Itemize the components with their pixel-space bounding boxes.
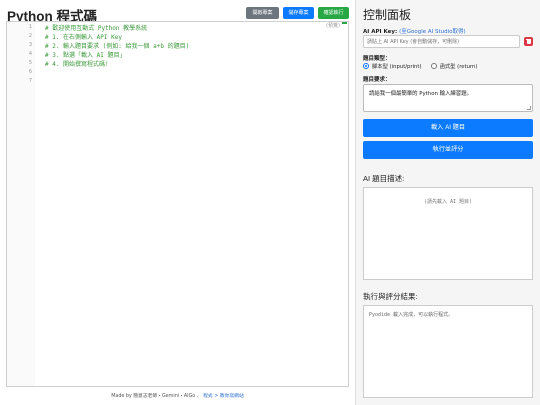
- line-number: 6: [28, 69, 32, 75]
- editor-status-mark: [342, 22, 347, 24]
- api-key-label: AI API Key: (至Google AI Studio取得): [363, 27, 466, 35]
- run-button[interactable]: 確認執行: [318, 7, 349, 19]
- radio-script[interactable]: [363, 63, 369, 69]
- requirement-textarea[interactable]: 請給我一個最簡單的 Python 輸入練習題。: [363, 84, 533, 112]
- editor-tag: (預覽): [326, 23, 340, 29]
- line-gutter: 1 2 3 4 5 6 7: [7, 22, 35, 386]
- description-placeholder: (請先載入 AI 題目): [423, 199, 473, 205]
- code-editor[interactable]: 1 2 3 4 5 6 7 # 歡迎使用互動式 Python 教學系統 # 1.…: [6, 21, 349, 387]
- line-number: 5: [28, 60, 32, 66]
- load-question-button[interactable]: 載入 AI 題目: [363, 119, 533, 137]
- result-panel: Pyodide 載入完成，可以執行程式。: [363, 305, 533, 398]
- code-line: # 1. 在右側輸入 API Key: [45, 34, 122, 41]
- line-number: 4: [28, 51, 32, 57]
- line-number: 1: [28, 24, 32, 30]
- resize-grip-icon[interactable]: [527, 106, 531, 110]
- radio-function-label[interactable]: 函式型 (return): [440, 62, 478, 70]
- save-project-button[interactable]: 儲存專案: [283, 7, 314, 19]
- line-number: 2: [28, 33, 32, 39]
- question-type-label: 題目類型：: [363, 56, 391, 62]
- description-panel: (請先載入 AI 題目): [363, 187, 533, 280]
- question-type-group: 腳本型 (input/print) 函式型 (return): [363, 62, 486, 70]
- code-line: # 歡迎使用互動式 Python 教學系統: [45, 25, 148, 32]
- code-line: # 4. 開始撰寫程式碼!: [45, 61, 109, 68]
- result-text: Pyodide 載入完成，可以執行程式。: [369, 312, 454, 318]
- open-project-button[interactable]: 開啟專案: [246, 7, 279, 19]
- result-heading: 執行與評分結果:: [363, 292, 418, 301]
- code-line: # 3. 點選「載入 AI 題目」: [45, 52, 126, 59]
- footer-text: Made by 簡意志老師・Gemini・AIGo 、: [111, 394, 202, 399]
- footer-link[interactable]: 程式 > 教你寫網站: [203, 394, 244, 399]
- editor-pane: Python 程式碼 開啟專案 儲存專案 確認執行 1 2 3 4 5 6 7 …: [0, 0, 355, 405]
- run-evaluate-button[interactable]: 執行並評分: [363, 141, 533, 159]
- code-line: # 2. 輸入題目要求 (例如: 給我一個 a+b 的題目): [45, 43, 190, 50]
- control-panel: 控制面板 AI API Key: (至Google AI Studio取得) 題…: [355, 0, 540, 405]
- requirement-text: 請給我一個最簡單的 Python 輸入練習題。: [369, 91, 472, 97]
- description-heading: AI 題目描述:: [363, 174, 405, 183]
- api-key-input[interactable]: [363, 35, 520, 48]
- footer: Made by 簡意志老師・Gemini・AIGo 、 程式 > 教你寫網站: [0, 392, 355, 399]
- control-panel-title: 控制面板: [363, 8, 412, 22]
- delete-key-button[interactable]: [524, 37, 533, 46]
- line-number: 3: [28, 42, 32, 48]
- requirement-label: 題目要求：: [363, 77, 391, 83]
- line-number: 7: [28, 78, 32, 84]
- radio-script-label[interactable]: 腳本型 (input/print): [372, 62, 422, 70]
- radio-function[interactable]: [430, 63, 437, 69]
